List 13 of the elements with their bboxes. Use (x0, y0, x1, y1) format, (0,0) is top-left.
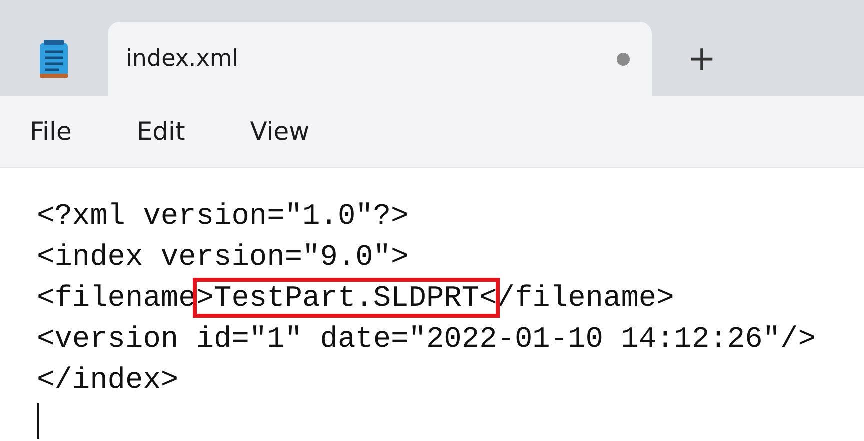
code-text: <?xml version="1.0"?> (37, 199, 409, 233)
highlighted-code-text: >TestPart.SLDPRT< (196, 281, 498, 315)
file-tab[interactable]: index.xml (108, 22, 652, 96)
code-text: </index> (37, 363, 179, 397)
menu-item[interactable]: View (250, 112, 310, 150)
menu-item[interactable]: File (30, 112, 72, 150)
notepad-icon (39, 39, 69, 79)
code-text: /filename> (497, 281, 674, 315)
code-text: <index version="9.0"> (37, 240, 409, 274)
code-text: <filename (37, 281, 196, 315)
menu-item[interactable]: Edit (136, 112, 186, 150)
new-tab-button[interactable]: + (652, 22, 752, 96)
code-text: <version id="1" date="2022-01-10 14:12:26"/> (37, 322, 816, 356)
